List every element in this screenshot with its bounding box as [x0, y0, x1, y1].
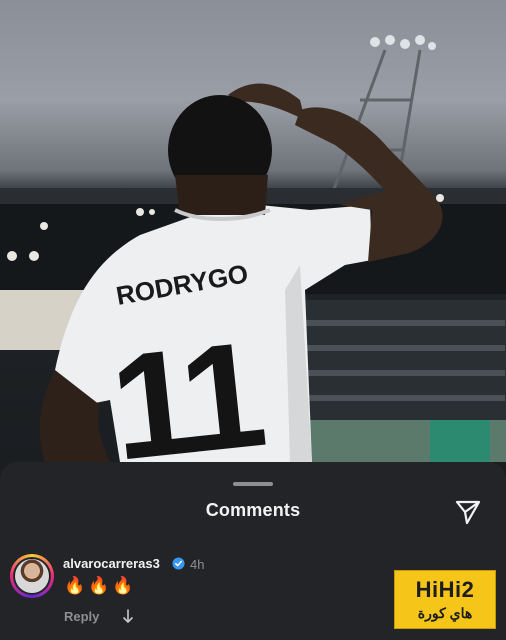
reply-button[interactable]: Reply: [64, 609, 99, 624]
drag-handle[interactable]: [233, 482, 273, 486]
watermark-bottom-text: هاي كورة: [417, 605, 473, 621]
arrow-down-icon[interactable]: [122, 608, 134, 624]
comment-timestamp: 4h: [190, 557, 205, 572]
hihi2-watermark-logo: HiHi2 هاي كورة: [394, 570, 496, 629]
watermark-top-text: HiHi2: [415, 577, 475, 602]
comment-text: 🔥🔥🔥: [64, 576, 137, 595]
comment-username[interactable]: alvarocarreras3: [63, 556, 160, 571]
player-photo-illustration: RODRYGO 11: [0, 35, 506, 492]
post-photo: RODRYGO 11: [0, 0, 506, 500]
avatar[interactable]: [10, 554, 54, 598]
verified-badge-icon: [172, 557, 185, 570]
comments-title: Comments: [205, 500, 301, 520]
paper-plane-icon[interactable]: [454, 498, 482, 526]
